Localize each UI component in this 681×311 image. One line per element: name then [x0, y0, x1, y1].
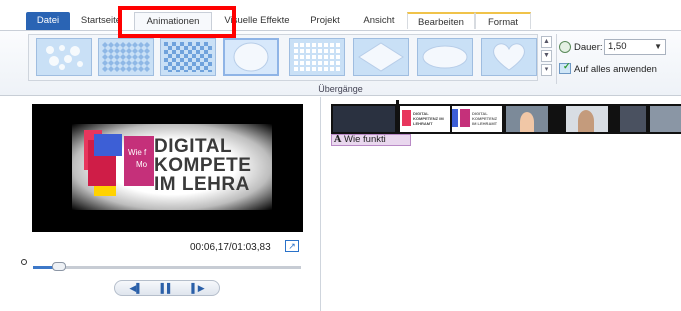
- video-preview[interactable]: Wie f Mo DIGITAL KOMPETE IM LEHRA: [32, 104, 303, 232]
- playback-controls: ◀▌ ▌▌ ▌▶: [114, 280, 220, 296]
- thumb-logo-text: DIGITAL KOMPETENZ IM LEHRAMT: [413, 111, 444, 126]
- duration-select[interactable]: 1,50 ▼: [604, 39, 666, 55]
- clip-frame-4[interactable]: [650, 106, 681, 132]
- transition-cross-dissolve-icon[interactable]: [36, 38, 92, 76]
- pause-button[interactable]: ▌▌: [153, 281, 181, 295]
- ribbon-group-separator: [556, 34, 557, 84]
- transition-diamond-pattern-icon[interactable]: [98, 38, 154, 76]
- slider-start-marker: [21, 259, 27, 265]
- thumb-logo-mark: [402, 110, 411, 126]
- apply-all-icon: ✓: [559, 61, 571, 74]
- tab-format[interactable]: Format: [475, 12, 531, 29]
- logo-blue-block: [94, 134, 122, 156]
- person-avatar-2: [578, 110, 594, 132]
- caption-clip[interactable]: A Wie funkti: [331, 134, 411, 146]
- logo-line-3: IM LEHRA: [154, 174, 250, 195]
- transitions-group-label: Übergänge: [318, 84, 363, 94]
- clip-frame-person-1[interactable]: [506, 106, 548, 132]
- overlay-text-1: Wie f: [128, 148, 147, 157]
- chevron-down-icon: ▼: [654, 42, 662, 51]
- thumb-logo-mark-c: [460, 109, 470, 127]
- overlay-text-2: Mo: [136, 160, 148, 169]
- previous-frame-button[interactable]: ◀▌: [121, 281, 151, 295]
- duration-value: 1,50: [608, 41, 627, 52]
- transition-circle-icon[interactable]: [223, 38, 279, 76]
- clip-frame-dark[interactable]: [333, 106, 395, 132]
- seek-slider-thumb[interactable]: [51, 262, 66, 271]
- ribbon-tab-bar: Datei Startseite Animationen Visuelle Ef…: [0, 0, 681, 30]
- transition-diamond-icon[interactable]: [353, 38, 409, 76]
- person-avatar: [520, 112, 534, 132]
- fullscreen-icon[interactable]: ↗: [285, 240, 299, 252]
- clip-frame-person-2[interactable]: [566, 106, 608, 132]
- clip-frame-logo-b[interactable]: DIGITAL KOMPETENZ IM LEHRAMT: [452, 106, 502, 132]
- transition-checkerboard-icon[interactable]: [160, 38, 216, 76]
- apply-to-all-button[interactable]: Auf alles anwenden: [574, 64, 657, 75]
- caption-icon: A: [334, 134, 342, 145]
- highlight-annotation: [118, 6, 236, 38]
- thumb-logo-text-b: DIGITAL KOMPETENZ IM LEHRAMT: [472, 111, 498, 126]
- tab-edit[interactable]: Bearbeiten: [407, 12, 475, 29]
- tab-project[interactable]: Projekt: [300, 12, 350, 29]
- next-frame-button[interactable]: ▌▶: [183, 281, 213, 295]
- movie-maker-window: Datei Startseite Animationen Visuelle Ef…: [0, 0, 681, 311]
- caption-text: Wie funkti: [344, 134, 386, 145]
- transition-heart-icon[interactable]: [481, 38, 537, 76]
- transition-grid-icon[interactable]: [289, 38, 345, 76]
- clip-frame-logo-a[interactable]: DIGITAL KOMPETENZ IM LEHRAMT: [400, 106, 450, 132]
- transition-oval-icon[interactable]: [417, 38, 473, 76]
- gallery-scroll-down-button[interactable]: ▼: [541, 50, 552, 62]
- clock-icon: [559, 41, 571, 53]
- duration-label: Dauer:: [574, 42, 603, 53]
- thumb-logo-mark-b: [452, 109, 458, 127]
- tab-view[interactable]: Ansicht: [356, 12, 402, 29]
- clip-frame-3[interactable]: [620, 106, 646, 132]
- gallery-scroll-up-button[interactable]: ▲: [541, 36, 552, 48]
- seek-slider-track[interactable]: [33, 266, 301, 269]
- time-readout: 00:06,17/01:03,83: [190, 242, 271, 253]
- gallery-expand-button[interactable]: ▾: [541, 64, 552, 76]
- tab-file[interactable]: Datei: [26, 12, 70, 30]
